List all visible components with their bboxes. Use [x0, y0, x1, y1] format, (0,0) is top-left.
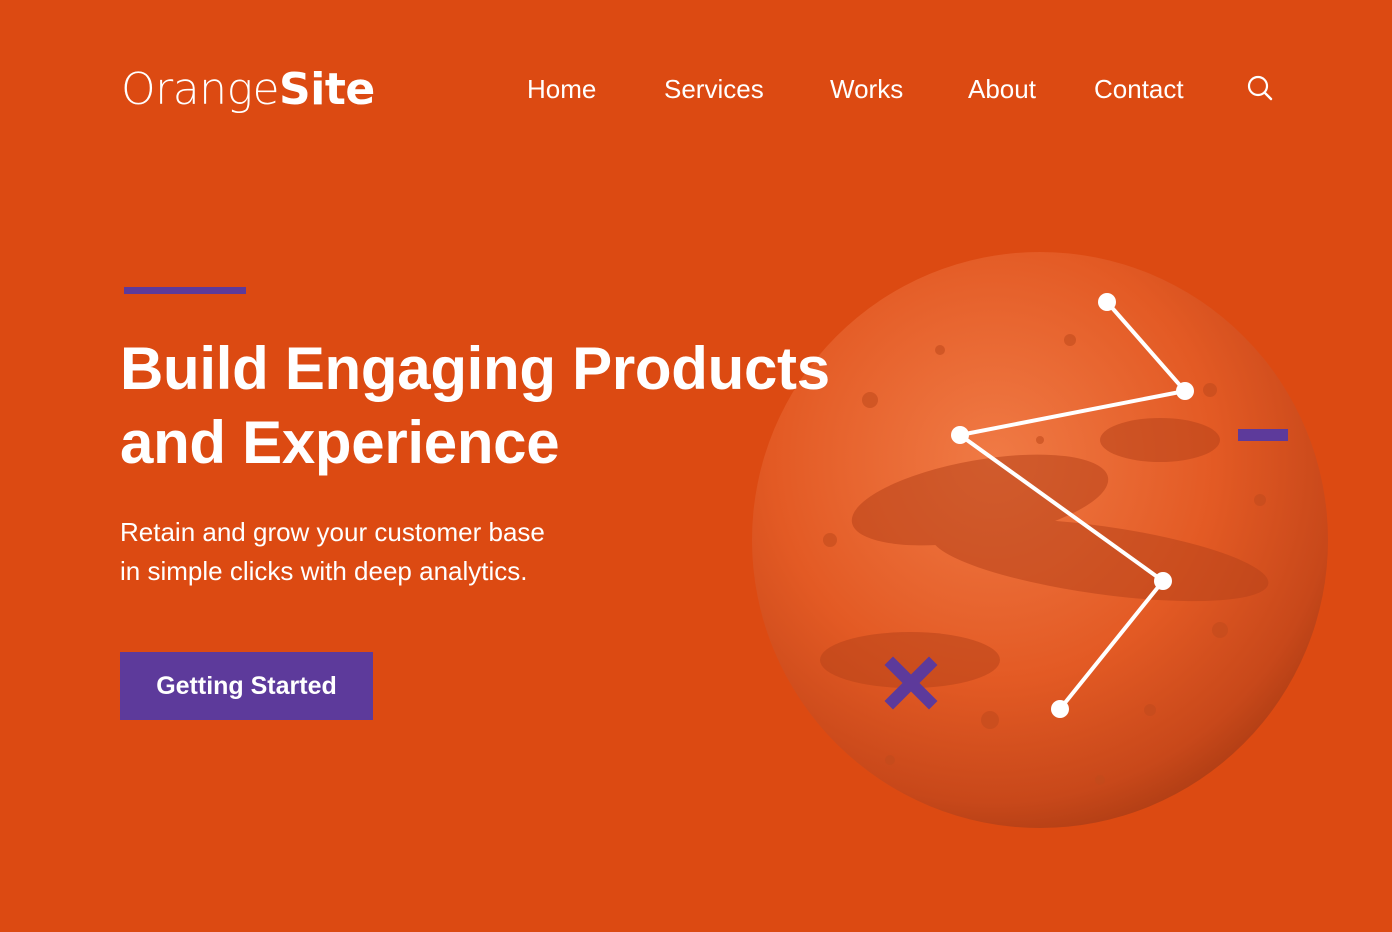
logo-bold-text: Site: [279, 64, 375, 115]
hero-subtitle-line-1: Retain and grow your customer base: [120, 517, 545, 547]
dash-shape: [1238, 429, 1288, 441]
nav-services[interactable]: Services: [664, 72, 764, 106]
nav-about[interactable]: About: [968, 72, 1036, 106]
accent-bar: [124, 287, 246, 294]
search-button[interactable]: [1246, 74, 1274, 102]
hero-title-line-1: Build Engaging Products: [120, 335, 830, 402]
mars-planet-image: [752, 252, 1328, 828]
getting-started-button[interactable]: Getting Started: [120, 652, 373, 720]
site-logo[interactable]: OrangeSite: [121, 62, 375, 118]
search-icon: [1247, 75, 1273, 101]
hero-title: Build Engaging Products and Experience: [120, 332, 920, 480]
nav-contact[interactable]: Contact: [1094, 72, 1184, 106]
landing-page: OrangeSite Home Services Works About Con…: [0, 0, 1392, 932]
nav-home[interactable]: Home: [527, 72, 596, 106]
logo-light-text: Orange: [121, 64, 280, 115]
hero-subtitle-line-2: in simple clicks with deep analytics.: [120, 556, 528, 586]
hero-subtitle: Retain and grow your customer base in si…: [120, 513, 680, 591]
hero-title-line-2: and Experience: [120, 409, 560, 476]
nav-works[interactable]: Works: [830, 72, 903, 106]
